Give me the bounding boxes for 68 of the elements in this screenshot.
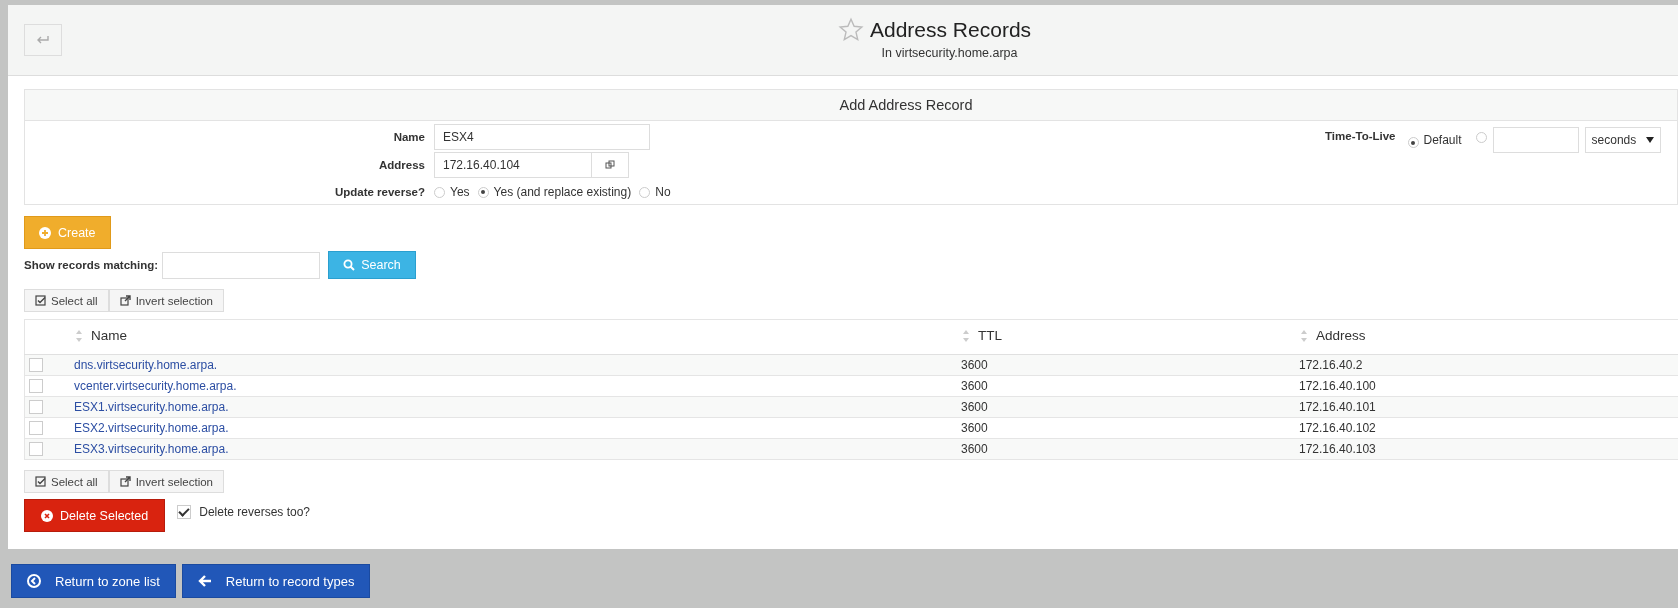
sort-icon <box>75 328 83 343</box>
record-link[interactable]: vcenter.virtsecurity.home.arpa. <box>74 379 237 393</box>
page-title: Address Records <box>870 18 1032 42</box>
back-button[interactable] <box>24 24 62 56</box>
row-checkbox[interactable] <box>29 421 43 436</box>
plus-circle-icon <box>39 226 51 239</box>
sort-icon <box>1300 328 1308 343</box>
table-cell: 3600 <box>961 354 1299 376</box>
radio-option[interactable]: Default <box>1407 132 1462 148</box>
table-cell: 3600 <box>961 438 1299 460</box>
radio-option[interactable]: Yes (and replace existing) <box>477 185 632 199</box>
search-icon <box>343 259 356 271</box>
page-subtitle: In virtsecurity.home.arpa <box>881 46 1018 60</box>
column-header[interactable]: Address <box>1299 319 1678 355</box>
ttl-input[interactable] <box>1492 127 1579 153</box>
radio-button[interactable] <box>639 186 651 198</box>
table-cell: 172.16.40.2 <box>1299 354 1678 376</box>
star-icon[interactable] <box>838 17 864 43</box>
share-icon <box>119 476 131 487</box>
close-circle-icon <box>41 509 53 522</box>
checkbox-icon <box>35 476 46 487</box>
table-cell: 172.16.40.101 <box>1299 396 1678 418</box>
search-label: Show records matching: <box>24 259 159 271</box>
form-title: Add Address Record <box>25 90 1677 121</box>
copy-icon <box>605 160 615 170</box>
address-input[interactable]: 172.16.40.104 <box>434 152 592 178</box>
delete-selected-button[interactable]: Delete Selected <box>24 499 166 532</box>
row-checkbox[interactable] <box>29 400 43 415</box>
copy-button[interactable] <box>592 152 629 178</box>
radio-button[interactable] <box>434 186 445 198</box>
column-header[interactable]: TTL <box>961 319 1299 355</box>
field-label: Name <box>392 131 425 143</box>
dropdown-caret-icon <box>1645 137 1654 143</box>
share-icon <box>119 295 131 306</box>
return-arrow-icon <box>36 35 50 45</box>
select-all-button[interactable]: Select all <box>24 289 109 312</box>
checkbox[interactable] <box>177 504 192 519</box>
table-cell: 172.16.40.103 <box>1299 438 1678 460</box>
arrow-left-icon <box>197 574 212 588</box>
table-cell: 3600 <box>961 396 1299 418</box>
radio-button[interactable] <box>1475 132 1487 143</box>
delete-reverses-option[interactable]: Delete reverses too? <box>177 504 310 519</box>
record-link[interactable]: dns.virtsecurity.home.arpa. <box>74 358 218 372</box>
checkbox-icon <box>35 295 46 306</box>
arrow-circle-left-icon <box>27 574 41 588</box>
record-link[interactable]: ESX2.virtsecurity.home.arpa. <box>74 421 229 435</box>
invert-selection-button[interactable]: Invert selection <box>108 289 225 312</box>
record-link[interactable]: ESX3.virtsecurity.home.arpa. <box>74 442 229 456</box>
radio-button[interactable] <box>477 186 489 198</box>
invert-selection-button[interactable]: Invert selection <box>108 470 225 493</box>
search-field[interactable] <box>162 251 321 279</box>
radio-option[interactable]: Yes <box>434 185 470 199</box>
column-header[interactable]: Name <box>74 319 961 355</box>
record-link[interactable]: ESX1.virtsecurity.home.arpa. <box>74 400 229 414</box>
radio-option[interactable]: No <box>639 185 671 199</box>
field-label: Update reverse? <box>333 186 425 198</box>
row-checkbox[interactable] <box>29 379 43 394</box>
sort-icon <box>962 328 970 343</box>
row-checkbox[interactable] <box>29 442 43 457</box>
radio-button[interactable] <box>1407 137 1419 148</box>
field-label: Address <box>377 159 425 171</box>
unit-select[interactable]: seconds <box>1584 127 1661 153</box>
select-all-button[interactable]: Select all <box>24 470 109 493</box>
return-zone-list-button[interactable]: Return to zone list <box>11 564 176 598</box>
return-record-types-button[interactable]: Return to record types <box>181 564 371 598</box>
field-label: Time-To-Live <box>1325 130 1396 142</box>
row-checkbox[interactable] <box>29 358 43 373</box>
name-input[interactable]: ESX4 <box>434 124 650 150</box>
